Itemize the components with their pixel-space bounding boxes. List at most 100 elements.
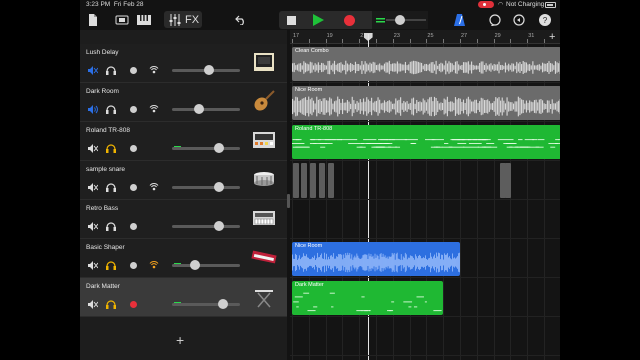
record-enable-button[interactable] [126, 63, 140, 77]
master-volume-slider[interactable] [386, 12, 426, 28]
acoustic-guitar-icon[interactable] [250, 87, 278, 115]
browser-button[interactable] [114, 12, 130, 28]
volume-knob[interactable] [214, 221, 224, 231]
region-dark-matter[interactable]: Dark Matter [292, 281, 444, 315]
input-monitor-button[interactable] [147, 102, 161, 116]
stop-button[interactable] [284, 12, 298, 28]
mute-button[interactable] [86, 297, 100, 311]
synth-module-icon[interactable] [250, 204, 278, 232]
region-nice-room[interactable]: Nice Room [292, 242, 460, 276]
solo-button[interactable] [104, 63, 118, 77]
headphones-icon [106, 65, 116, 75]
track-volume-slider[interactable] [172, 303, 240, 306]
play-button[interactable] [310, 12, 326, 28]
keyboard-stand-icon[interactable] [250, 282, 278, 310]
record-enable-button[interactable] [126, 219, 140, 233]
waveform [292, 60, 560, 75]
track-header-basic-shaper[interactable]: Basic Shaper [80, 239, 287, 278]
region-clean-combo[interactable]: Clean Combo [292, 47, 560, 81]
keyboard-icon[interactable] [250, 243, 278, 271]
ruler[interactable]: + 17 19 21 23 25 27 29 31 [290, 30, 560, 44]
track-volume-slider[interactable] [172, 264, 240, 267]
my-songs-button[interactable] [86, 12, 100, 28]
fx-button[interactable]: FX [184, 12, 200, 28]
settings-button[interactable] [512, 12, 526, 28]
snare-drum-icon[interactable] [250, 165, 278, 193]
track-header-sample-snare[interactable]: sample snare [80, 161, 287, 200]
mute-button[interactable] [86, 180, 100, 194]
volume-knob[interactable] [218, 299, 228, 309]
record-dot-icon [129, 183, 137, 191]
region-nice-room[interactable]: Nice Room [292, 86, 560, 120]
volume-knob[interactable] [190, 260, 200, 270]
track-lane[interactable] [290, 317, 560, 356]
ruler-bar-label: 31 [528, 33, 535, 39]
browser-icon [115, 15, 129, 25]
input-monitor-button[interactable] [147, 63, 161, 77]
track-volume-slider[interactable] [172, 147, 240, 150]
help-button[interactable]: ? [538, 12, 552, 28]
mute-button[interactable] [86, 219, 100, 233]
ruler-tick [359, 39, 361, 43]
mute-button[interactable] [86, 141, 100, 155]
solo-button[interactable] [104, 219, 118, 233]
record-button[interactable] [342, 12, 356, 28]
tracks-area[interactable]: + 17 19 21 23 25 27 29 31 Clean Combo Nice Room R… [290, 30, 560, 360]
track-header-roland-tr-808[interactable]: Roland TR-808 [80, 122, 287, 161]
record-dot-icon [129, 105, 137, 113]
mute-button[interactable] [86, 102, 100, 116]
undo-button[interactable] [234, 12, 248, 28]
record-enable-button[interactable] [126, 102, 140, 116]
region-snippet[interactable] [293, 163, 299, 198]
metronome-button[interactable] [452, 12, 466, 28]
monitor-waves-icon [149, 182, 159, 190]
record-enable-button[interactable] [126, 297, 140, 311]
solo-button[interactable] [104, 258, 118, 272]
region-roland-tr-808[interactable]: Roland TR-808 [292, 125, 560, 159]
drum-machine-icon[interactable] [250, 126, 278, 154]
region-snippet[interactable] [301, 163, 307, 198]
track-header-dark-matter[interactable]: Dark Matter [80, 278, 287, 317]
record-icon [343, 14, 355, 26]
region-snippet[interactable] [310, 163, 316, 198]
level-meter-icon [375, 17, 385, 22]
track-lane[interactable] [290, 200, 560, 239]
loops-button[interactable] [488, 12, 502, 28]
track-header-lush-delay[interactable]: Lush Delay [80, 44, 287, 83]
mute-button[interactable] [86, 63, 100, 77]
solo-button[interactable] [104, 141, 118, 155]
input-monitor-button[interactable] [147, 258, 161, 272]
track-volume-slider[interactable] [172, 225, 240, 228]
input-monitor-button[interactable] [147, 180, 161, 194]
region-snippet[interactable] [328, 163, 334, 198]
solo-button[interactable] [104, 180, 118, 194]
record-enable-button[interactable] [126, 258, 140, 272]
track-name: Basic Shaper [86, 244, 125, 251]
add-track-button[interactable]: + [176, 332, 184, 348]
record-enable-button[interactable] [126, 180, 140, 194]
track-volume-slider[interactable] [172, 186, 240, 189]
ruler-tick [476, 39, 478, 43]
track-volume-slider[interactable] [172, 108, 240, 111]
volume-knob[interactable] [214, 143, 224, 153]
volume-knob[interactable] [194, 104, 204, 114]
record-enable-button[interactable] [126, 141, 140, 155]
region-snippet[interactable] [319, 163, 325, 198]
add-section-button[interactable]: + [549, 31, 555, 43]
region-snippet[interactable] [505, 163, 511, 198]
amp-icon[interactable] [250, 48, 278, 76]
headphones-icon [106, 221, 116, 231]
mute-button[interactable] [86, 258, 100, 272]
solo-button[interactable] [104, 297, 118, 311]
volume-knob[interactable] [214, 182, 224, 192]
speaker-muted-icon [88, 65, 98, 75]
track-header-retro-bass[interactable]: Retro Bass [80, 200, 287, 239]
solo-button[interactable] [104, 102, 118, 116]
instrument-keyboard-button[interactable] [136, 12, 152, 28]
mixer-button[interactable] [168, 12, 182, 28]
volume-knob[interactable] [204, 65, 214, 75]
track-header-dark-room[interactable]: Dark Room [80, 83, 287, 122]
record-dot-icon [129, 261, 137, 269]
ruler-tick [460, 39, 461, 43]
ruler-tick [493, 39, 495, 43]
